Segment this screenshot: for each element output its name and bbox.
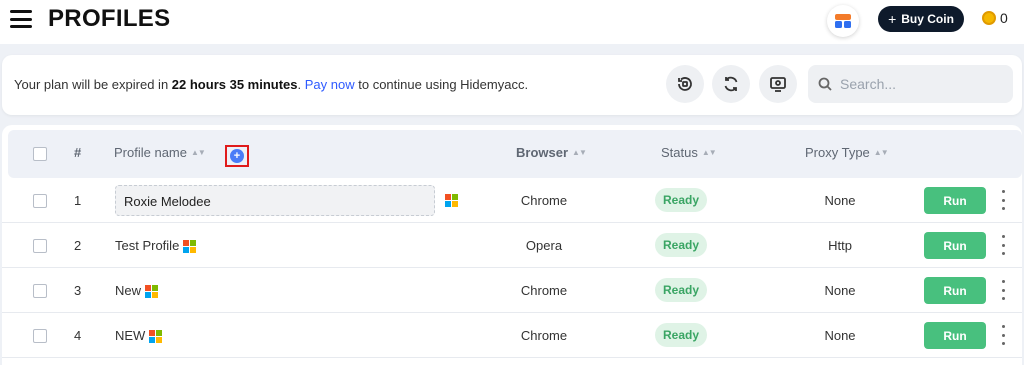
run-button[interactable]: Run <box>924 322 986 349</box>
row-checkbox[interactable] <box>33 239 47 253</box>
windows-icon <box>144 285 158 299</box>
row-browser: Chrome <box>520 193 568 208</box>
column-profile-name[interactable]: Profile name ▲▼ <box>114 145 206 160</box>
row-proxy-type: Http <box>828 238 852 253</box>
row-index: 1 <box>74 193 82 208</box>
column-index: # <box>74 145 81 160</box>
plan-expiry-message: Your plan will be expired in 22 hours 35… <box>14 77 528 92</box>
restore-button[interactable] <box>666 65 704 103</box>
profile-name-label: New <box>115 283 142 298</box>
top-bar: PROFILES + Buy Coin 0 <box>0 0 1024 44</box>
row-proxy-type: None <box>824 193 856 208</box>
row-index: 2 <box>74 238 82 253</box>
profile-name-field[interactable]: Roxie Melodee <box>115 185 435 216</box>
row-browser: Chrome <box>520 283 568 298</box>
row-checkbox[interactable] <box>33 194 47 208</box>
select-all-checkbox[interactable] <box>33 147 47 161</box>
run-button[interactable]: Run <box>924 277 986 304</box>
profile-name-label: Test Profile <box>115 238 180 253</box>
restore-icon <box>678 77 692 91</box>
plan-suffix: to continue using Hidemyacc. <box>354 77 529 92</box>
table-header: # Profile name ▲▼ + Browser ▲▼ Status ▲▼ Pr… <box>8 130 1022 178</box>
plan-remaining-time: 22 hours 35 minutes <box>171 77 298 92</box>
column-status[interactable]: Status ▲▼ <box>661 145 717 160</box>
row-profile-name[interactable]: New <box>115 283 158 299</box>
more-vertical-icon[interactable] <box>998 235 1008 255</box>
row-index: 4 <box>74 328 82 343</box>
more-vertical-icon[interactable] <box>998 325 1008 345</box>
plus-icon: + <box>888 11 897 27</box>
row-profile-name[interactable]: Test Profile <box>115 238 196 254</box>
app-logo-icon[interactable] <box>827 5 859 37</box>
plan-prefix: Your plan will be expired in <box>14 77 172 92</box>
profile-name-label: NEW <box>115 328 146 343</box>
row-index: 3 <box>74 283 82 298</box>
table-row[interactable]: 2 Test Profile Opera Ready Http Run <box>2 223 1022 268</box>
monitor-icon <box>770 77 786 92</box>
pay-now-link[interactable]: Pay now <box>305 77 355 92</box>
table-row[interactable]: 3 New Chrome Ready None Run <box>2 268 1022 313</box>
coin-balance: 0 <box>982 10 1008 26</box>
row-checkbox[interactable] <box>33 284 47 298</box>
plus-circle-icon: + <box>230 149 244 163</box>
status-badge: Ready <box>655 278 707 302</box>
column-browser-label: Browser <box>516 145 569 160</box>
row-profile-name[interactable]: NEW <box>115 328 162 344</box>
windows-icon <box>182 240 196 254</box>
column-profile-name-label: Profile name <box>114 145 187 160</box>
row-browser: Chrome <box>520 328 568 343</box>
run-button[interactable]: Run <box>924 232 986 259</box>
search-input[interactable] <box>840 76 1000 92</box>
refresh-button[interactable] <box>712 65 750 103</box>
plan-notice-card: Your plan will be expired in 22 hours 35… <box>2 55 1022 115</box>
coin-icon <box>982 11 996 25</box>
more-vertical-icon[interactable] <box>998 280 1008 300</box>
add-column-button[interactable]: + <box>225 145 249 167</box>
monitor-button[interactable] <box>759 65 797 103</box>
windows-icon <box>445 194 458 207</box>
row-checkbox[interactable] <box>33 329 47 343</box>
column-proxy-type[interactable]: Proxy Type ▲▼ <box>805 145 889 160</box>
column-proxy-type-label: Proxy Type <box>805 145 870 160</box>
column-status-label: Status <box>661 145 698 160</box>
search-icon <box>818 77 832 91</box>
hamburger-menu-icon[interactable] <box>10 10 32 28</box>
row-browser: Opera <box>525 238 563 253</box>
windows-icon <box>148 330 162 344</box>
column-browser[interactable]: Browser ▲▼ <box>516 145 587 160</box>
row-proxy-type: None <box>824 283 856 298</box>
buy-coin-label: Buy Coin <box>901 12 954 26</box>
more-vertical-icon[interactable] <box>998 190 1008 210</box>
table-row[interactable]: 1 Roxie Melodee Chrome Ready None Run <box>2 178 1022 223</box>
sort-icon: ▲▼ <box>873 148 889 157</box>
sort-icon: ▲▼ <box>190 148 206 157</box>
status-badge: Ready <box>655 323 707 347</box>
plan-period: . <box>297 77 302 92</box>
profiles-table: # Profile name ▲▼ + Browser ▲▼ Status ▲▼ Pr… <box>2 125 1022 365</box>
status-badge: Ready <box>655 188 707 212</box>
buy-coin-button[interactable]: + Buy Coin <box>878 6 964 32</box>
sort-icon: ▲▼ <box>701 148 717 157</box>
column-index-label: # <box>74 145 82 160</box>
run-button[interactable]: Run <box>924 187 986 214</box>
page-title: PROFILES <box>48 5 171 32</box>
search-box[interactable] <box>808 65 1013 103</box>
refresh-icon <box>724 76 738 92</box>
table-row[interactable]: 4 NEW Chrome Ready None Run <box>2 313 1022 358</box>
coin-balance-value: 0 <box>1000 10 1008 26</box>
row-proxy-type: None <box>824 328 856 343</box>
sort-icon: ▲▼ <box>572 148 587 157</box>
status-badge: Ready <box>655 233 707 257</box>
